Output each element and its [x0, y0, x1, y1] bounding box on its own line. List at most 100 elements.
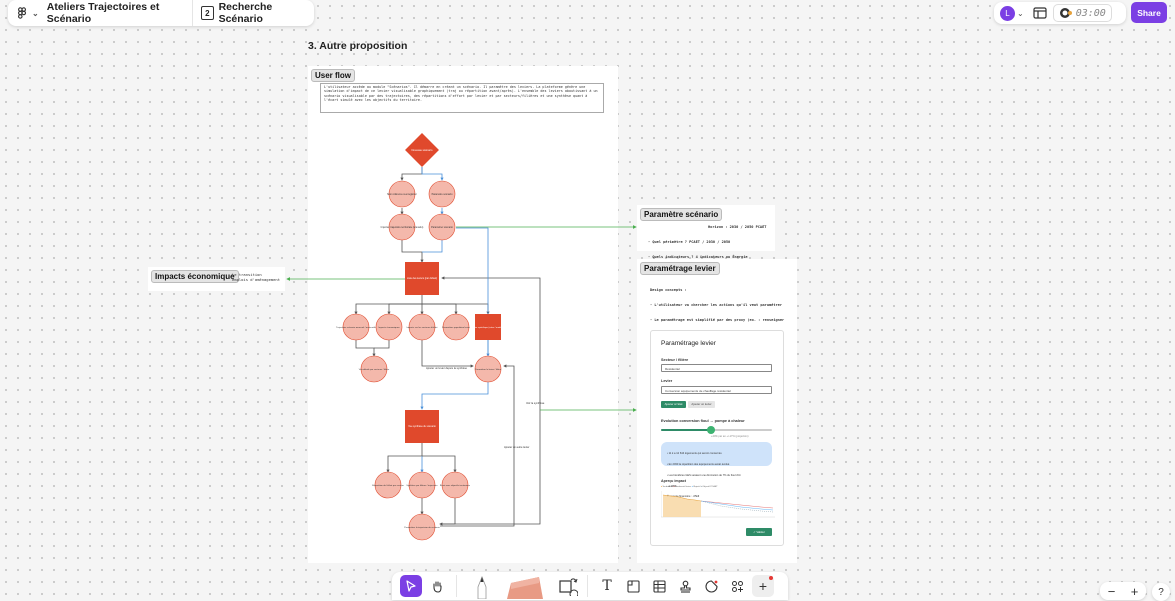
text-tool[interactable]: T [596, 575, 618, 597]
impacts-tag: Impacts économique [151, 270, 239, 283]
sticker-tool[interactable] [700, 575, 722, 597]
validate-button[interactable]: ✓ Valider [746, 528, 772, 536]
section-title: 3. Autre proposition [308, 40, 408, 52]
param-levier-frame[interactable]: Paramétrage levier Design concepts : - L… [637, 259, 797, 563]
marker-icon [477, 575, 487, 599]
widgets-icon [731, 580, 743, 592]
node-c3: Importer trajectoire territoriale (scéna… [381, 226, 424, 229]
add-lever-button[interactable]: Ajouter un levier [688, 401, 715, 408]
node-start: Nouveau scénario [412, 148, 433, 152]
marker-tool[interactable] [469, 573, 495, 599]
timer[interactable]: 03:00 [1052, 4, 1112, 22]
evolution-slider[interactable] [661, 426, 772, 434]
add-to-state-button[interactable]: Ajouter à l'état [661, 401, 686, 408]
slider-label: Evolution conversion fioul → pompe à cha… [661, 419, 745, 423]
design-intro: Design concepts : [650, 288, 687, 292]
timer-value: 03:00 [1075, 7, 1106, 19]
node-c7: Impacts sur les secteurs d'effort [407, 326, 438, 329]
validate-label: Valider [756, 530, 765, 534]
impacts-frame[interactable]: Impacts économique Le transition emplois… [148, 267, 285, 291]
section-icon [626, 579, 640, 593]
zoom-controls: − + [1100, 582, 1146, 600]
impact-info-box: • 11 k a 12 644 logements qui seront con… [661, 442, 772, 498]
sticker-icon [704, 579, 718, 593]
list-item: - Le paramétrage est simplifié par des p… [650, 318, 785, 322]
stamp-tool[interactable] [674, 575, 696, 597]
legend-item: Objectif PCAET [702, 486, 718, 488]
shape-icon [559, 578, 578, 596]
zoom-out-button[interactable]: − [1108, 584, 1116, 599]
lever-select[interactable]: Conversion équipements de chauffage rési… [661, 386, 772, 394]
figjam-logo-icon [18, 7, 27, 19]
creation-toolbar: T + [392, 572, 788, 600]
node-c14: Paramétrer la trajectoire du scénario [404, 526, 440, 529]
node-c13: Écart avec objectifs territoriaux [440, 484, 471, 487]
param-scenario-frame[interactable]: Paramètre scénario Horizon : 2030 / 2050… [637, 205, 775, 304]
board-title[interactable]: Ateliers Trajectoires et Scénario [47, 1, 185, 25]
hand-tool[interactable] [426, 575, 448, 597]
table-icon [652, 579, 666, 593]
edge-label-1: Ajouter un levier depuis la synthèse [426, 366, 468, 370]
toolbar-divider [456, 575, 457, 597]
zoom-in-button[interactable]: + [1131, 584, 1139, 599]
plus-icon: + [758, 578, 768, 594]
more-tool[interactable]: + [752, 575, 774, 597]
washi-tape-icon [507, 577, 543, 599]
list-item: - Quel périmètre ? PCAET / 2030 / 2050 [648, 240, 731, 244]
stamp-icon [679, 580, 691, 593]
node-c10: Paramétrer le levier / filière [475, 368, 502, 371]
layout-panel-icon[interactable] [1033, 7, 1047, 19]
document-header: ⌄ Ateliers Trajectoires et Scénario 2 Re… [8, 0, 314, 26]
mockup-title: Paramétrage levier [661, 340, 716, 347]
impact-preview-chart [661, 491, 775, 518]
flow-diagram: Ajouter un levier depuis la synthèse Voi… [336, 133, 545, 541]
node-sq2: Levier spécifique (créer / modifier) [471, 326, 504, 329]
node-c4: Paramétrer scénario [431, 226, 453, 229]
node-c2: Paramètre scénario [432, 193, 454, 196]
lever-label: Levier [661, 379, 673, 383]
section-tool[interactable] [622, 575, 644, 597]
edge-label-2: Voir la synthèse [526, 401, 545, 405]
node-c11: Répartition de l'effort par secteur [372, 484, 404, 487]
node-c5: Trajectoire scénario mensuel / mensuelle [336, 326, 377, 329]
shape-tool[interactable] [557, 575, 579, 597]
legend-item: Tendanciel levier [674, 486, 692, 488]
highlighter-tool[interactable] [505, 573, 545, 599]
page-selector[interactable]: 2 Recherche Scénario [193, 0, 314, 26]
info-line: • Les bénéfices GES seraient une diminut… [667, 473, 741, 477]
flow-nodes: Nouveau scénario Mon référence à enregis… [336, 133, 505, 541]
select-tool[interactable] [400, 575, 422, 597]
node-c8: Paramètres population levier [442, 326, 470, 329]
notification-dot [769, 576, 773, 580]
page-title: Recherche Scénario [218, 1, 273, 25]
share-button[interactable]: Share [1131, 2, 1167, 23]
list-item: - L'utilisateur va chercher les actions … [650, 303, 782, 307]
help-button[interactable]: ? [1152, 583, 1170, 601]
components-tool[interactable] [726, 575, 748, 597]
collaboration-bar: L ⌄ 03:00 [994, 2, 1126, 24]
sector-select[interactable]: Résidentiel [661, 364, 772, 372]
chevron-down-icon: ⌄ [32, 8, 39, 18]
timer-icon [1059, 8, 1072, 18]
toolbar-divider [587, 575, 588, 597]
page-number-icon: 2 [201, 6, 214, 20]
node-sq3: Vue synthèse du scénario [408, 425, 436, 428]
table-tool[interactable] [648, 575, 670, 597]
legend-item: Tendanciel [662, 486, 673, 488]
avatar[interactable]: L [1000, 5, 1015, 21]
board-menu[interactable]: ⌄ Ateliers Trajectoires et Scénario [8, 0, 192, 26]
edge-label-3: Ajouter un autre levier [504, 445, 530, 449]
slider-caption: +40% par an +/-17% (projection) [711, 435, 749, 438]
node-c6: Impacts économiques [378, 326, 400, 329]
list-item: Horizon : 2030 / 2050 PCAET [708, 225, 767, 229]
slider-thumb[interactable] [706, 426, 715, 434]
hand-icon [432, 580, 442, 593]
user-flow-frame[interactable]: User flow L'utilisateur accède au module… [308, 66, 618, 563]
param-levier-tag: Paramétrage levier [640, 262, 720, 275]
chevron-down-icon[interactable]: ⌄ [1017, 9, 1024, 18]
legend-item: Objectif [692, 486, 701, 488]
lever-mockup-card: Paramétrage levier Secteur / filière Rés… [650, 330, 784, 546]
node-c12: Synthèse par filières / trajectoire [406, 484, 438, 487]
preview-label: Aperçu impact [661, 479, 686, 483]
text-icon: T [602, 578, 612, 594]
